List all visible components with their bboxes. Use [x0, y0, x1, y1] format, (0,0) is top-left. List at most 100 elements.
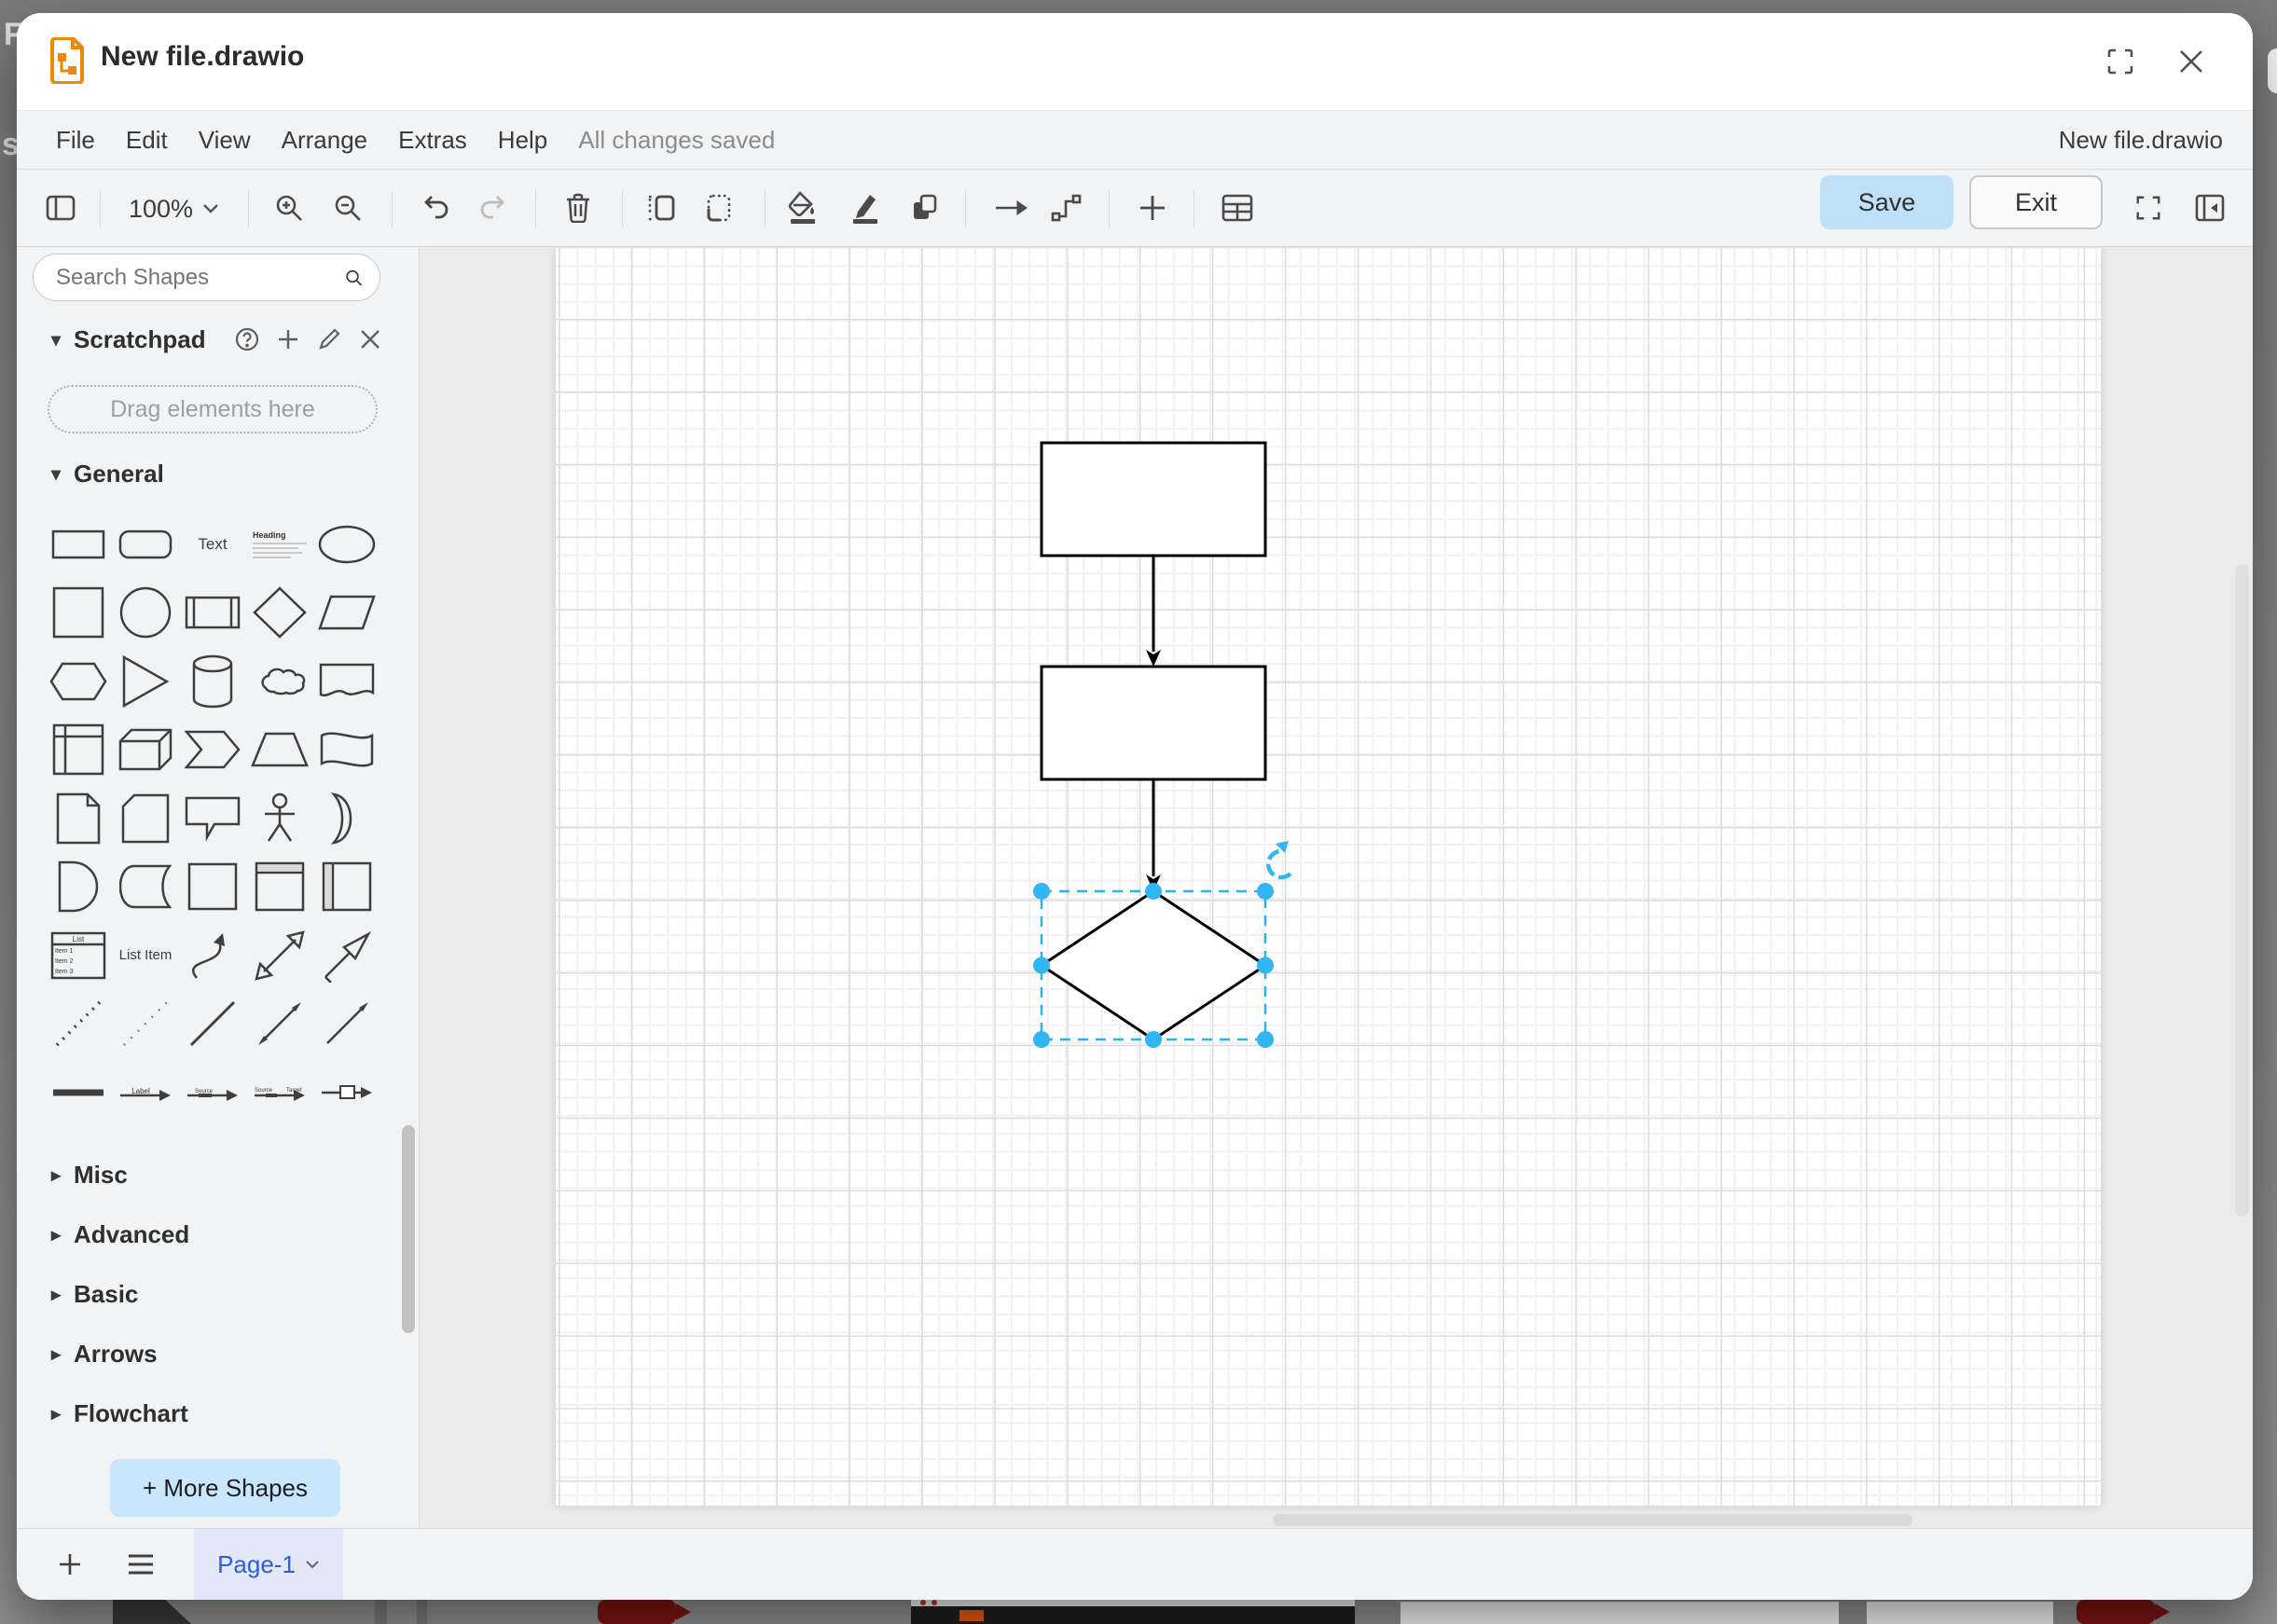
shape-tile-note[interactable]: [47, 788, 110, 849]
fullscreen-icon[interactable]: [2124, 184, 2173, 232]
zoom-out-icon[interactable]: [324, 184, 372, 232]
shape-tile-parallelogram[interactable]: [315, 582, 379, 643]
pages-menu-icon[interactable]: [119, 1543, 162, 1586]
selection-handle[interactable]: [1033, 957, 1050, 974]
general-section-header[interactable]: ▾ General: [51, 460, 164, 489]
add-page-icon[interactable]: [48, 1543, 91, 1586]
shape-tile-list[interactable]: ListItem 1Item 2Item 3: [47, 925, 110, 986]
shape-tile-textbox[interactable]: Heading: [248, 514, 311, 575]
zoom-in-icon[interactable]: [265, 184, 313, 232]
shape-tile-process[interactable]: [181, 582, 244, 643]
shape-tile-rectangle[interactable]: [47, 514, 110, 575]
collapse-panel-icon[interactable]: [2186, 184, 2234, 232]
more-shapes-button[interactable]: + More Shapes: [110, 1459, 340, 1517]
selection-handle[interactable]: [1257, 957, 1274, 974]
connector-icon[interactable]: [1042, 184, 1091, 232]
shape-tile-tape[interactable]: [315, 719, 379, 780]
shape-tile-text[interactable]: Text: [181, 514, 244, 575]
line-color-icon[interactable]: [841, 184, 890, 232]
exit-button[interactable]: Exit: [1969, 175, 2103, 229]
menu-edit[interactable]: Edit: [126, 126, 168, 155]
arrow-icon[interactable]: [987, 184, 1035, 232]
fill-color-icon[interactable]: [779, 184, 827, 232]
scratchpad-help-icon[interactable]: [233, 325, 261, 353]
shape-tile-internal-storage[interactable]: [47, 719, 110, 780]
shape-tile-line[interactable]: [181, 993, 244, 1054]
scratchpad-add-icon[interactable]: [274, 325, 302, 353]
shape-tile-step[interactable]: [181, 719, 244, 780]
rotate-handle-icon[interactable]: [1268, 841, 1290, 877]
sidebar-section-basic[interactable]: ▸Basic: [17, 1264, 419, 1324]
sidebar-scrollbar[interactable]: [402, 1125, 415, 1333]
scratchpad-header[interactable]: ▾ Scratchpad: [51, 325, 206, 354]
scratchpad-dropzone[interactable]: Drag elements here: [48, 385, 378, 434]
shape-tile-circle[interactable]: [114, 582, 177, 643]
shape-tile-source-arrow[interactable]: Source: [181, 1062, 244, 1123]
shape-tile-actor[interactable]: [248, 788, 311, 849]
shape-tile-rounded-rectangle[interactable]: [114, 514, 177, 575]
flow-node-decision-1[interactable]: [1042, 891, 1265, 1039]
shape-tile-arrow-box[interactable]: [315, 1062, 379, 1123]
shape-tile-label-arrow[interactable]: Label: [114, 1062, 177, 1123]
shape-tile-diamond[interactable]: [248, 582, 311, 643]
sidebar-toggle-icon[interactable]: [36, 184, 85, 232]
shape-tile-dashed-line[interactable]: [114, 993, 177, 1054]
shape-tile-hexagon[interactable]: [47, 651, 110, 712]
shape-tile-cube[interactable]: [114, 719, 177, 780]
selection-handle[interactable]: [1257, 1031, 1274, 1048]
shape-tile-list-item[interactable]: List Item: [114, 925, 177, 986]
shape-tile-document[interactable]: [315, 651, 379, 712]
shape-tile-directional-connector[interactable]: [315, 993, 379, 1054]
page-tab[interactable]: Page-1: [194, 1529, 343, 1600]
canvas-horizontal-scrollbar[interactable]: [1273, 1514, 1912, 1526]
shadow-icon[interactable]: [901, 184, 949, 232]
shape-tile-diagonal-arrow[interactable]: [315, 925, 379, 986]
canvas-vertical-scrollbar[interactable]: [2235, 564, 2249, 1217]
shape-tile-callout[interactable]: [181, 788, 244, 849]
menu-view[interactable]: View: [199, 126, 251, 155]
selection-handle[interactable]: [1033, 883, 1050, 900]
window-fullscreen-icon[interactable]: [2100, 41, 2141, 82]
shape-tile-cloud[interactable]: [248, 651, 311, 712]
selection-handle[interactable]: [1145, 883, 1162, 900]
selection-handle[interactable]: [1145, 1031, 1162, 1048]
undo-icon[interactable]: [411, 184, 460, 232]
zoom-dropdown[interactable]: 100%: [129, 170, 219, 248]
shape-tile-container[interactable]: [181, 856, 244, 917]
sidebar-section-flowchart[interactable]: ▸Flowchart: [17, 1383, 419, 1443]
shape-tile-and[interactable]: [47, 856, 110, 917]
shape-tile-square[interactable]: [47, 582, 110, 643]
selection-handle[interactable]: [1257, 883, 1274, 900]
window-close-icon[interactable]: [2171, 41, 2212, 82]
menu-arrange[interactable]: Arrange: [282, 126, 368, 155]
redo-icon[interactable]: [469, 184, 518, 232]
shape-tile-curve[interactable]: [181, 925, 244, 986]
save-button[interactable]: Save: [1820, 175, 1953, 229]
shape-tile-or[interactable]: [315, 788, 379, 849]
shape-tile-bidirectional-connector[interactable]: [248, 993, 311, 1054]
shape-tile-dotted-line[interactable]: [47, 993, 110, 1054]
selection-handle[interactable]: [1033, 1031, 1050, 1048]
insert-icon[interactable]: [1128, 184, 1177, 232]
to-front-icon[interactable]: [637, 184, 685, 232]
sidebar-section-advanced[interactable]: ▸Advanced: [17, 1204, 419, 1264]
scratchpad-edit-icon[interactable]: [315, 325, 343, 353]
table-icon[interactable]: [1213, 184, 1262, 232]
shape-tile-card[interactable]: [114, 788, 177, 849]
shape-tile-source-target-arrow[interactable]: SourceTarget: [248, 1062, 311, 1123]
shape-tile-horizontal-container[interactable]: [315, 856, 379, 917]
flow-node-box-1[interactable]: [1042, 443, 1265, 556]
menu-help[interactable]: Help: [498, 126, 547, 155]
shape-tile-ellipse[interactable]: [315, 514, 379, 575]
sidebar-section-arrows[interactable]: ▸Arrows: [17, 1324, 419, 1383]
shape-tile-link[interactable]: [47, 1062, 110, 1123]
menu-extras[interactable]: Extras: [398, 126, 467, 155]
shape-tile-trapezoid[interactable]: [248, 719, 311, 780]
shape-tile-vertical-container[interactable]: [248, 856, 311, 917]
to-back-icon[interactable]: [693, 184, 741, 232]
sidebar-section-misc[interactable]: ▸Misc: [17, 1145, 419, 1204]
scratchpad-close-icon[interactable]: [356, 325, 384, 353]
delete-icon[interactable]: [554, 184, 602, 232]
menu-file[interactable]: File: [56, 126, 95, 155]
shape-tile-cylinder[interactable]: [181, 651, 244, 712]
